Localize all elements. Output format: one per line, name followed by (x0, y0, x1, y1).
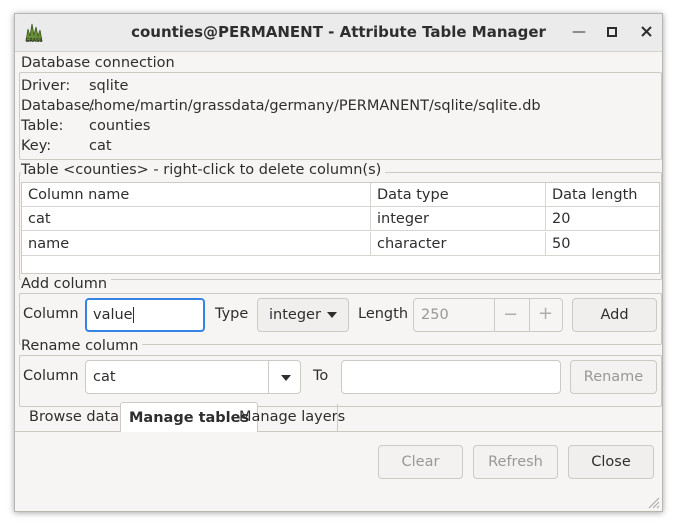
add-column-type-label: Type (215, 306, 249, 322)
increment-button[interactable]: + (538, 303, 553, 324)
table-cell[interactable]: 50 (546, 232, 659, 256)
table-cell[interactable]: integer (371, 207, 546, 231)
refresh-button[interactable]: Refresh (473, 445, 558, 479)
decrement-button[interactable]: − (503, 304, 518, 325)
columns-table[interactable]: Column name Data type Data length cat in… (21, 182, 660, 274)
text-cursor (132, 307, 134, 323)
rename-to-input[interactable] (341, 360, 561, 394)
key-value: cat (89, 138, 112, 154)
resize-grip-icon[interactable] (646, 495, 660, 509)
tab-separator (337, 404, 338, 431)
tab-browse-data[interactable]: Browse data (21, 402, 127, 432)
table-value: counties (89, 118, 151, 134)
window-title: counties@PERMANENT - Attribute Table Man… (131, 23, 546, 41)
clear-button[interactable]: Clear (378, 445, 463, 479)
database-value: /home/martin/grassdata/germany/PERMANENT… (89, 98, 541, 114)
add-column-name-input[interactable]: value (85, 298, 205, 332)
maximize-icon[interactable] (603, 23, 621, 41)
chevron-down-icon (327, 312, 337, 318)
spin-divider (494, 299, 495, 331)
rename-button[interactable]: Rename (570, 360, 657, 394)
tab-manage-layers[interactable]: Manage layers (231, 402, 353, 432)
minimize-icon[interactable]: — (570, 23, 588, 41)
table-group-label: Table <counties> - right-click to delete… (21, 162, 386, 178)
type-dropdown[interactable]: integer (257, 298, 349, 332)
driver-label: Driver: (21, 78, 71, 94)
attribute-table-manager-window: GRASS counties@PERMANENT - Attribute Tab… (14, 13, 663, 512)
table-label: Table: (21, 118, 64, 134)
rename-to-label: To (313, 368, 329, 384)
close-icon[interactable] (637, 23, 655, 41)
key-label: Key: (21, 138, 52, 154)
rename-column-column-label: Column (23, 368, 79, 384)
add-column-label: Add column (21, 276, 112, 292)
close-button[interactable]: Close (568, 445, 654, 479)
column-header-name[interactable]: Column name (22, 183, 371, 207)
length-value: 250 (421, 307, 449, 323)
rename-column-label: Rename column (21, 338, 143, 354)
add-column-column-label: Column (23, 306, 79, 322)
chevron-down-icon[interactable] (281, 375, 291, 381)
database-label: Database: (21, 98, 96, 114)
table-cell[interactable]: cat (22, 207, 371, 231)
add-button[interactable]: Add (572, 298, 657, 332)
add-column-length-label: Length (358, 306, 409, 322)
column-header-length[interactable]: Data length (546, 183, 659, 207)
column-header-type[interactable]: Data type (371, 183, 546, 207)
combo-divider (268, 361, 269, 393)
type-dropdown-value: integer (269, 307, 321, 323)
db-connection-label: Database connection (21, 55, 179, 71)
table-cell[interactable]: 20 (546, 207, 659, 231)
table-cell[interactable]: character (371, 232, 546, 256)
titlebar: GRASS counties@PERMANENT - Attribute Tab… (15, 14, 662, 52)
spin-divider (529, 299, 530, 331)
driver-value: sqlite (89, 78, 129, 94)
add-column-name-value: value (93, 307, 133, 323)
rename-column-value: cat (93, 369, 116, 385)
table-cell[interactable]: name (22, 232, 371, 256)
